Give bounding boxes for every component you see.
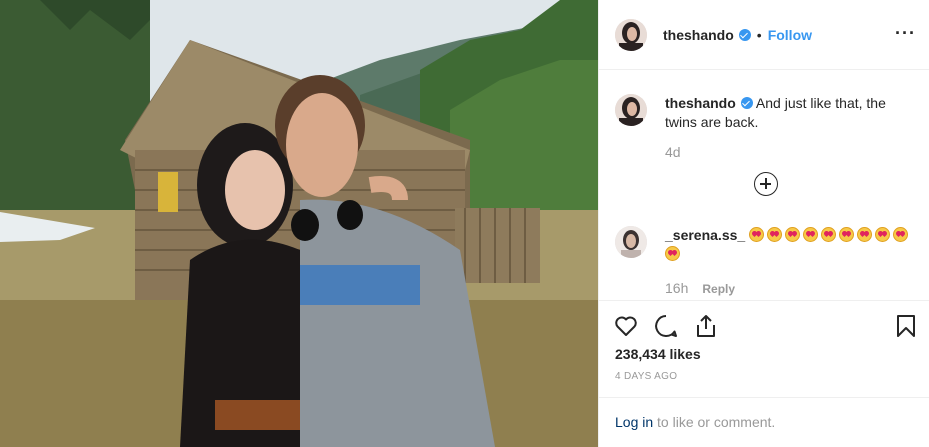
heart-eyes-emoji-icon (785, 227, 801, 242)
follow-button[interactable]: Follow (768, 27, 812, 43)
heart-eyes-emoji-icon (803, 227, 819, 242)
comment-meta: 16h Reply (665, 280, 735, 296)
share-icon[interactable] (693, 313, 719, 339)
verified-badge-icon (738, 28, 751, 41)
action-bar (599, 300, 929, 348)
comment-icon[interactable] (653, 313, 679, 339)
verified-badge-icon (740, 97, 753, 109)
avatar[interactable] (615, 226, 647, 258)
caption-body: theshando And just like that, the twins … (665, 94, 895, 132)
heart-eyes-emoji-icon (839, 227, 855, 242)
caption-age[interactable]: 4d (665, 144, 914, 160)
post-photo[interactable] (0, 0, 598, 447)
heart-icon[interactable] (613, 313, 639, 339)
bookmark-icon[interactable] (893, 313, 919, 339)
comment-body: _serena.ss_ (665, 226, 915, 264)
post-username[interactable]: theshando (663, 27, 734, 43)
caption: theshando And just like that, the twins … (615, 94, 914, 132)
avatar[interactable] (615, 18, 647, 51)
comment-item: _serena.ss_ 16h Reply (615, 226, 915, 296)
heart-eyes-emoji-icon (749, 227, 765, 242)
login-link[interactable]: Log in (615, 414, 653, 430)
separator-dot: • (756, 26, 762, 43)
heart-eyes-emoji-icon (767, 227, 783, 242)
post-header: theshando • Follow ··· (599, 0, 929, 70)
comment-age[interactable]: 16h (665, 280, 688, 296)
login-prompt-text: to like or comment. (653, 414, 776, 430)
plus-circle-icon[interactable] (754, 172, 778, 196)
heart-eyes-emoji-icon (821, 227, 837, 242)
avatar[interactable] (615, 94, 647, 126)
more-options-icon[interactable]: ··· (895, 24, 916, 42)
heart-eyes-emoji-icon (893, 227, 909, 242)
heart-eyes-emoji-icon (857, 227, 873, 242)
like-count[interactable]: 238,434 likes (615, 346, 701, 362)
comments-section: theshando And just like that, the twins … (599, 70, 929, 300)
login-prompt: Log in to like or comment. (599, 397, 929, 447)
comment-username[interactable]: _serena.ss_ (665, 227, 745, 243)
heart-eyes-emoji-icon (875, 227, 891, 242)
heart-eyes-emoji-icon (665, 246, 680, 261)
post-sidebar: theshando • Follow ··· theshando And jus… (598, 0, 929, 447)
reply-button[interactable]: Reply (702, 282, 735, 296)
post-date[interactable]: 4 DAYS AGO (615, 371, 677, 382)
caption-username[interactable]: theshando (665, 95, 736, 111)
